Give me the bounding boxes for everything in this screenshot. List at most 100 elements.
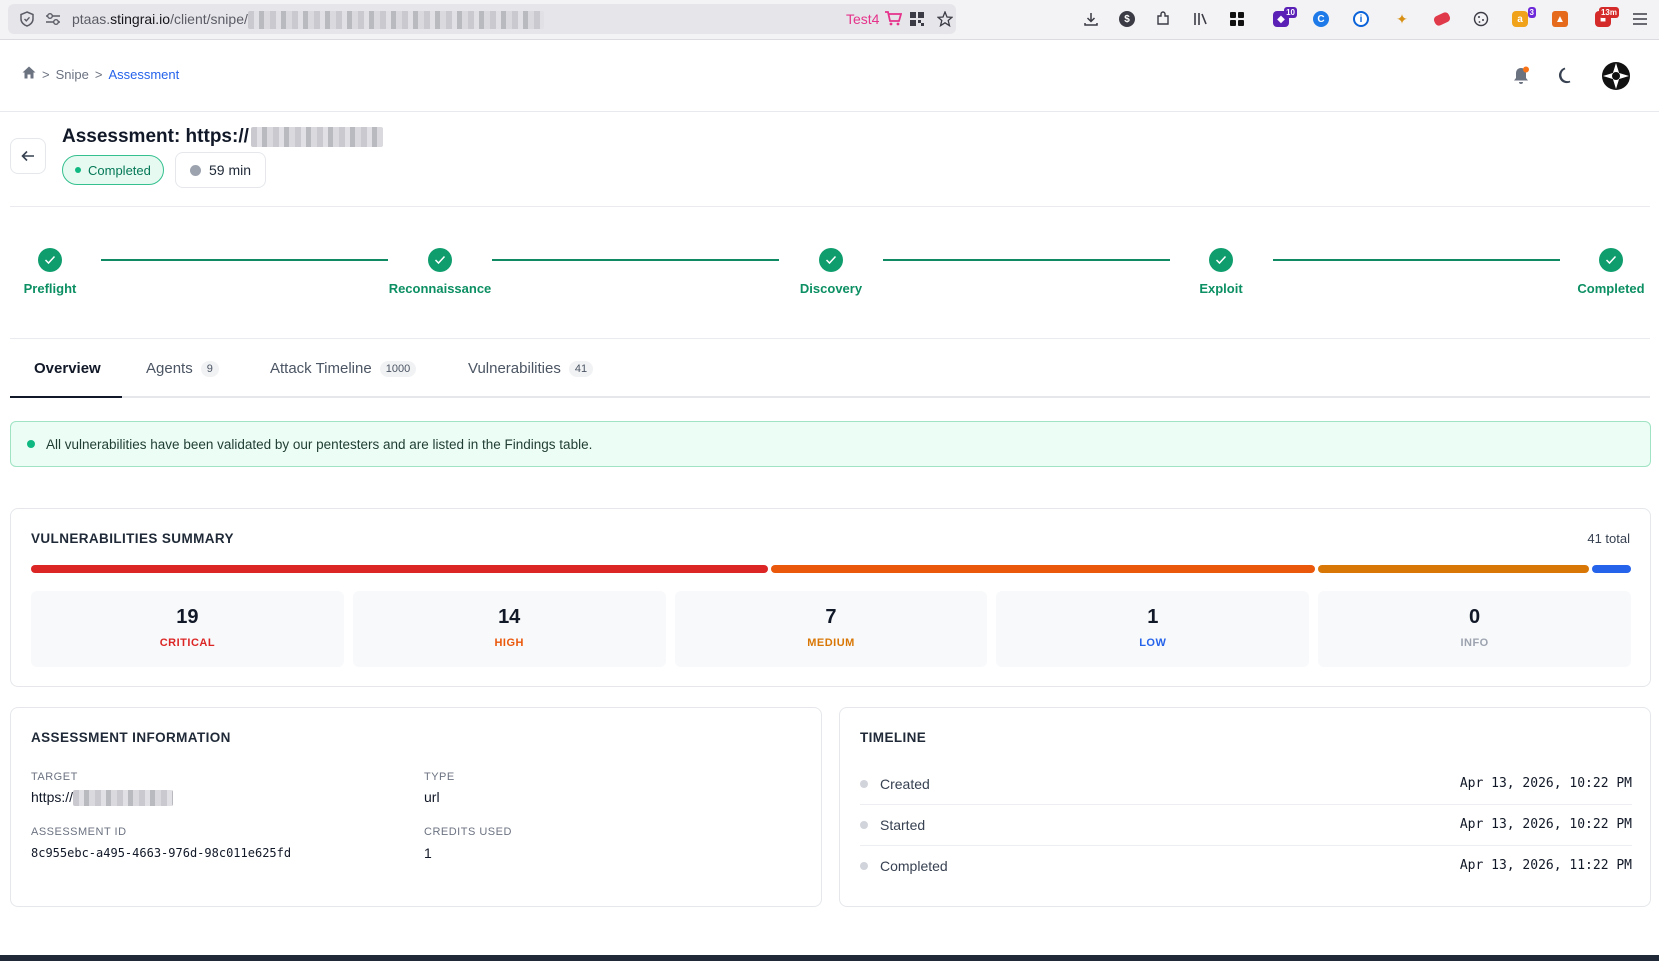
check-icon <box>38 248 62 272</box>
check-icon <box>1209 248 1233 272</box>
severity-count: 14 <box>498 606 521 628</box>
assessment-id-label: ASSESSMENT ID <box>31 826 127 838</box>
extensions-puzzle-icon[interactable] <box>1153 9 1173 29</box>
tab-agents[interactable]: Agents 9 <box>146 360 219 377</box>
breadcrumb-assessment[interactable]: Assessment <box>108 67 179 82</box>
cookie-icon[interactable] <box>1471 9 1491 29</box>
dark-mode-moon-icon[interactable] <box>1552 62 1580 90</box>
user-avatar-logo[interactable] <box>1599 59 1633 93</box>
severity-high[interactable]: 14 HIGH <box>352 591 666 667</box>
severity-count: 1 <box>1147 606 1159 628</box>
tab-attack-timeline[interactable]: Attack Timeline 1000 <box>270 360 417 377</box>
library-icon[interactable] <box>1190 9 1210 29</box>
active-tab-indicator <box>10 396 122 398</box>
bookmark-star-icon[interactable] <box>936 10 954 28</box>
tab-vulnerabilities[interactable]: Vulnerabilities 41 <box>468 360 594 377</box>
assessment-information-card: ASSESSMENT INFORMATION TARGET https:// T… <box>10 707 822 907</box>
step-label: Discovery <box>799 281 863 296</box>
arrow-left-icon <box>21 150 34 162</box>
step-preflight: Preflight <box>0 248 130 296</box>
home-icon[interactable] <box>22 66 36 82</box>
password-manager-icon[interactable]: i <box>1351 9 1371 29</box>
orange-extension-icon[interactable]: a3 <box>1510 7 1536 29</box>
notification-bell-icon[interactable] <box>1507 62 1535 90</box>
redacted-target <box>73 790 174 807</box>
url-path: /client/snipe/ <box>170 11 248 27</box>
timeline-dot-icon <box>860 779 868 788</box>
severity-segment-high <box>771 565 1315 573</box>
redacted-url-segment <box>247 11 544 30</box>
vulnerabilities-total: 41 total <box>1587 531 1630 546</box>
step-reconnaissance: Reconnaissance <box>360 248 520 296</box>
severity-distribution-bar <box>31 565 1632 573</box>
severity-count: 19 <box>176 606 199 628</box>
eraser-extension-icon[interactable] <box>1432 9 1452 29</box>
check-icon <box>1599 248 1623 272</box>
timeline-time: Apr 13, 2026, 11:22 PM <box>1459 858 1632 873</box>
stepper-connector <box>492 259 779 261</box>
severity-low[interactable]: 1 LOW <box>996 591 1310 667</box>
tab-label: Agents <box>146 360 193 377</box>
tab-count-badge: 41 <box>568 360 594 377</box>
step-completed: Completed <box>1531 248 1659 296</box>
fox-extension-icon[interactable]: ▲ <box>1550 9 1570 29</box>
app-header: > Snipe > Assessment <box>0 40 1659 112</box>
apps-grid-icon[interactable] <box>1227 9 1247 29</box>
type-label: TYPE <box>424 771 455 783</box>
status-text: Completed <box>88 162 151 178</box>
tab-label: Attack Timeline <box>270 360 372 377</box>
stepper-connector <box>1273 259 1560 261</box>
check-icon <box>819 248 843 272</box>
shield-icon[interactable] <box>18 10 36 28</box>
severity-segment-critical <box>31 565 769 573</box>
target-value: https:// <box>31 789 174 807</box>
severity-info[interactable]: 0 INFO <box>1318 591 1631 667</box>
currency-extension-icon[interactable]: $ <box>1117 9 1137 29</box>
profile-label[interactable]: Test4 <box>846 11 879 27</box>
timeline-event: Started <box>880 816 926 833</box>
step-label: Exploit <box>1199 281 1243 296</box>
duration-badge: 59 min <box>175 152 267 188</box>
downloads-icon[interactable] <box>1081 9 1101 29</box>
divider <box>10 206 1650 207</box>
timeline-event: Completed <box>880 857 948 874</box>
banner-dot-icon <box>27 440 35 448</box>
target-value-text: https:// <box>31 789 74 805</box>
severity-segment-medium <box>1317 565 1590 573</box>
url-prefix: ptaas. <box>72 11 111 27</box>
copy-extension-icon[interactable]: C <box>1311 9 1331 29</box>
tab-overview[interactable]: Overview <box>34 360 101 377</box>
status-badge: Completed <box>62 155 164 185</box>
address-bar[interactable]: ptaas.stingrai.io/client/snipe/ Test4 <box>8 4 956 34</box>
breadcrumb-separator: > <box>94 66 103 82</box>
check-icon <box>428 248 452 272</box>
back-button[interactable] <box>10 138 46 174</box>
tab-counter-badge: 10 <box>1284 7 1297 18</box>
tab-bar: Overview Agents 9 Attack Timeline 1000 V… <box>10 338 1650 398</box>
menu-hamburger-icon[interactable] <box>1630 9 1650 29</box>
card-title: VULNERABILITIES SUMMARY <box>31 531 234 546</box>
tab-counter-extension-icon[interactable]: ◆ 10 <box>1271 7 1297 29</box>
sparkle-extension-icon[interactable]: ✦ <box>1392 9 1412 29</box>
target-label: TARGET <box>31 771 78 783</box>
step-discovery: Discovery <box>751 248 911 296</box>
severity-medium[interactable]: 7 MEDIUM <box>674 591 988 667</box>
url-text[interactable]: ptaas.stingrai.io/client/snipe/ <box>72 11 544 30</box>
stepper-connector <box>883 259 1170 261</box>
severity-count: 7 <box>825 606 837 628</box>
timeline-card: TIMELINE Created Apr 13, 2026, 10:22 PM … <box>839 707 1651 907</box>
tab-count-badge: 1000 <box>379 360 417 377</box>
timeline-row-created: Created Apr 13, 2026, 10:22 PM <box>860 763 1632 804</box>
page-title: Assessment: https:// <box>62 126 383 148</box>
site-permissions-icon[interactable] <box>44 10 62 28</box>
cart-icon[interactable] <box>884 10 903 30</box>
credits-used-value: 1 <box>424 845 432 861</box>
clock-icon <box>190 164 201 176</box>
stepper-connector <box>101 259 388 261</box>
qr-code-icon[interactable] <box>908 10 926 28</box>
severity-critical[interactable]: 19 CRITICAL <box>31 591 344 667</box>
breadcrumb: > Snipe > Assessment <box>22 66 179 82</box>
timeline-time: Apr 13, 2026, 10:22 PM <box>1459 776 1632 791</box>
timer-extension-icon[interactable]: ■ 13m <box>1593 7 1619 29</box>
breadcrumb-snipe[interactable]: Snipe <box>56 67 89 82</box>
